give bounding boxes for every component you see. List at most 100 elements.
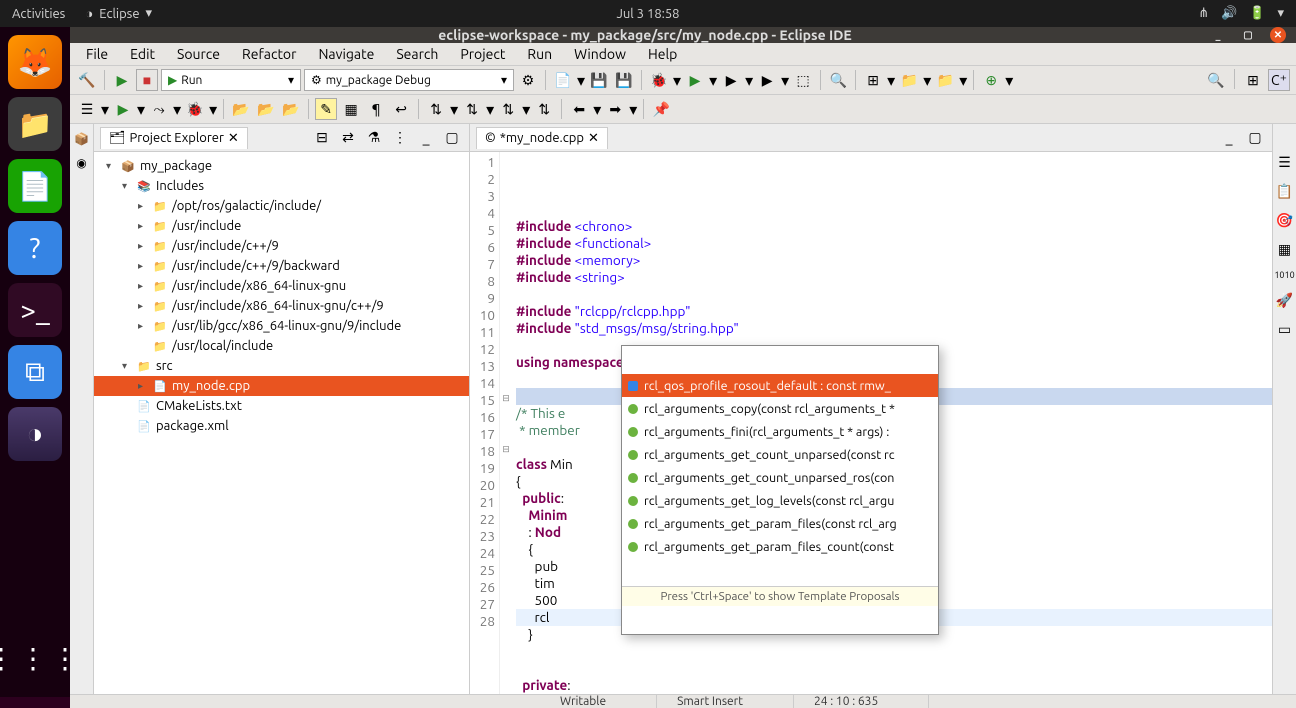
menu-window[interactable]: Window xyxy=(564,43,636,65)
editor-tab[interactable]: © *my_node.cpp ✕ xyxy=(476,127,608,149)
launcher-eclipse[interactable]: ◑ xyxy=(8,407,62,461)
project-tree[interactable]: ▾📦my_package ▾📚Includes ▸📁/opt/ros/galac… xyxy=(94,152,469,694)
block-select-icon[interactable]: ▦ xyxy=(340,98,362,120)
minimize-editor-icon[interactable]: _ xyxy=(1218,127,1240,149)
maximize-button[interactable]: ▢ xyxy=(1240,27,1256,43)
titlebar[interactable]: eclipse-workspace - my_package/src/my_no… xyxy=(70,27,1296,43)
launcher-screenshot[interactable]: ⧉ xyxy=(8,345,62,399)
new-file-icon[interactable]: 📄 xyxy=(552,69,574,91)
build-targets-icon[interactable]: 🎯 xyxy=(1276,212,1293,229)
filter-icon[interactable]: ⚗ xyxy=(363,127,385,149)
rocket-icon[interactable]: 🚀 xyxy=(1276,292,1293,309)
menu-refactor[interactable]: Refactor xyxy=(232,43,306,65)
close-tab-icon[interactable]: ✕ xyxy=(228,131,239,146)
launcher-terminal[interactable]: >_ xyxy=(8,283,62,337)
include-dir-node[interactable]: 📁/usr/local/include xyxy=(94,336,469,356)
hammer-icon[interactable]: 🔨 xyxy=(76,69,98,91)
pin-icon[interactable]: 📌 xyxy=(650,98,672,120)
autocomplete-item[interactable]: rcl_arguments_get_param_files_count(cons… xyxy=(622,535,938,558)
launcher-firefox[interactable]: 🦊 xyxy=(8,35,62,89)
nav-icon-4[interactable]: ⇅ xyxy=(533,98,555,120)
autocomplete-item[interactable]: rcl_arguments_get_log_levels(const rcl_a… xyxy=(622,489,938,512)
include-dir-node[interactable]: ▸📁/usr/include/x86_64-linux-gnu/c++/9 xyxy=(94,296,469,316)
network-icon[interactable]: ⋔ xyxy=(1198,6,1209,21)
volume-icon[interactable]: 🔊 xyxy=(1221,6,1237,21)
activities-button[interactable]: Activities xyxy=(12,7,65,21)
include-dir-node[interactable]: ▸📁/usr/lib/gcc/x86_64-linux-gnu/9/includ… xyxy=(94,316,469,336)
autocomplete-item[interactable]: rcl_arguments_get_count_unparsed(const r… xyxy=(622,443,938,466)
outline-icon[interactable]: ◉ xyxy=(76,156,86,170)
menu-run[interactable]: Run xyxy=(517,43,562,65)
new-folder-icon[interactable]: 📁 xyxy=(898,69,920,91)
open-perspective-icon[interactable]: ⊞ xyxy=(1242,69,1264,91)
search-file-icon[interactable]: 🔍 xyxy=(827,69,849,91)
run-last-icon[interactable]: ▶ xyxy=(112,98,134,120)
stop-button[interactable]: ■ xyxy=(136,69,158,91)
nav-icon-3[interactable]: ⇅ xyxy=(497,98,519,120)
launch-config-combo[interactable]: ⚙my_package Debug▾ xyxy=(304,69,514,91)
menu-search[interactable]: Search xyxy=(386,43,448,65)
open-icon-2[interactable]: 📂 xyxy=(255,98,277,120)
view-menu-icon[interactable]: ⋮ xyxy=(389,127,411,149)
launcher-apps[interactable]: ⋮⋮⋮ xyxy=(8,631,62,685)
gear-icon[interactable]: ⚙ xyxy=(517,69,539,91)
chevron-down-icon[interactable]: ▾ xyxy=(1277,6,1284,21)
code-area[interactable]: 1234567891011121314151617181920212223242… xyxy=(470,152,1272,694)
new-src-folder-icon[interactable]: 📁 xyxy=(934,69,956,91)
cpp-perspective-icon[interactable]: C⁺ xyxy=(1268,69,1290,91)
terminal-view-icon[interactable]: ▭ xyxy=(1278,321,1291,338)
include-dir-node[interactable]: ▸📁/usr/include xyxy=(94,216,469,236)
autocomplete-popup[interactable]: rcl_qos_profile_rosout_default : const r… xyxy=(621,345,939,635)
clock[interactable]: Jul 3 18:58 xyxy=(616,7,679,21)
include-dir-node[interactable]: ▸📁/usr/include/c++/9 xyxy=(94,236,469,256)
menu-source[interactable]: Source xyxy=(167,43,230,65)
link-editor-icon[interactable]: ⇄ xyxy=(337,127,359,149)
nav-icon-1[interactable]: ⇅ xyxy=(425,98,447,120)
close-editor-icon[interactable]: ✕ xyxy=(588,131,599,146)
autocomplete-item[interactable]: rcl_arguments_copy(const rcl_arguments_t… xyxy=(622,397,938,420)
include-dir-node[interactable]: ▸📁/opt/ros/galactic/include/ xyxy=(94,196,469,216)
make-icon[interactable]: ▦ xyxy=(1278,241,1291,258)
open-icon-3[interactable]: 📂 xyxy=(280,98,302,120)
outline-view-icon[interactable]: ☰ xyxy=(1278,154,1291,171)
profile-icon[interactable]: ▶ xyxy=(756,69,778,91)
menu-help[interactable]: Help xyxy=(638,43,687,65)
explorer-tab[interactable]: 🗂 Project Explorer ✕ xyxy=(100,127,248,149)
app-menu[interactable]: ◑ Eclipse ▾ xyxy=(85,6,152,21)
highlight-icon[interactable]: ✎ xyxy=(315,98,337,120)
save-all-icon[interactable]: 💾 xyxy=(613,69,635,91)
include-dir-node[interactable]: ▸📁/usr/include/x86_64-linux-gnu xyxy=(94,276,469,296)
forward-icon[interactable]: ➡ xyxy=(604,98,626,120)
whitespace-icon[interactable]: ¶ xyxy=(365,98,387,120)
binary-icon[interactable]: 1010 xyxy=(1274,270,1294,280)
open-type-icon[interactable]: ⊕ xyxy=(980,69,1002,91)
save-icon[interactable]: 💾 xyxy=(588,69,610,91)
bug-icon[interactable]: 🐞 xyxy=(648,69,670,91)
debug-last-icon[interactable]: 🐞 xyxy=(184,98,206,120)
include-dir-node[interactable]: ▸📁/usr/include/c++/9/backward xyxy=(94,256,469,276)
autocomplete-item[interactable]: rcl_arguments_get_param_files(const rcl_… xyxy=(622,512,938,535)
task-view-icon[interactable]: 📋 xyxy=(1276,183,1293,200)
launcher-help[interactable]: ? xyxy=(8,221,62,275)
search-icon[interactable]: 🔍 xyxy=(1205,69,1227,91)
coverage-icon[interactable]: ▶ xyxy=(720,69,742,91)
project-file-node[interactable]: 📄package.xml xyxy=(94,416,469,436)
navigator-icon[interactable]: 📦 xyxy=(74,132,89,146)
minimize-button[interactable]: _ xyxy=(1210,27,1226,43)
project-file-node[interactable]: 📄CMakeLists.txt xyxy=(94,396,469,416)
src-folder-node[interactable]: ▾📁src xyxy=(94,356,469,376)
minimize-view-icon[interactable]: _ xyxy=(415,127,437,149)
code-body[interactable]: rcl_qos_profile_rosout_default : const r… xyxy=(512,152,1272,694)
battery-icon[interactable]: 🔋 xyxy=(1249,6,1265,21)
menu-project[interactable]: Project xyxy=(450,43,515,65)
external-icon[interactable]: ⬚ xyxy=(792,69,814,91)
menu-file[interactable]: File xyxy=(76,43,118,65)
run-mode-combo[interactable]: ▶Run▾ xyxy=(161,69,301,91)
open-icon[interactable]: 📂 xyxy=(230,98,252,120)
skip-icon[interactable]: ⤳ xyxy=(148,98,170,120)
project-root-node[interactable]: ▾📦my_package xyxy=(94,156,469,176)
menu-navigate[interactable]: Navigate xyxy=(308,43,384,65)
launcher-files[interactable]: 📁 xyxy=(8,97,62,151)
menu-edit[interactable]: Edit xyxy=(120,43,165,65)
autocomplete-item[interactable]: rcl_arguments_fini(rcl_arguments_t * arg… xyxy=(622,420,938,443)
